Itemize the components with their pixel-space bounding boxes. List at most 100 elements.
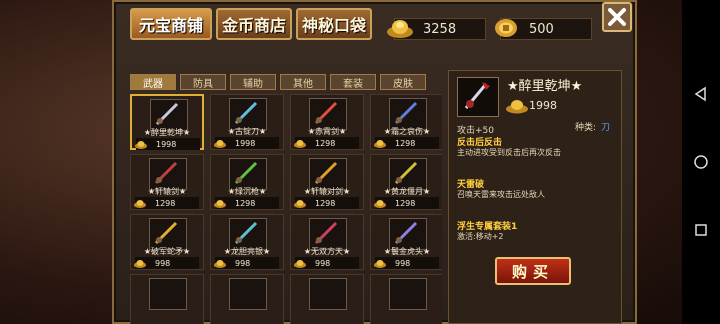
weapon-icon	[394, 101, 418, 125]
item-cell[interactable]: ★霜之哀伤★ 1298	[370, 94, 442, 150]
item-cell[interactable]: ★轩辕剑★ 1298	[130, 154, 204, 210]
item-price-value: 1298	[395, 198, 416, 208]
item-art	[229, 278, 267, 310]
item-price: 1298	[134, 197, 199, 209]
item-name: ★霜之哀伤★	[383, 127, 431, 136]
item-cell[interactable]: ★古锭刀★ 1998	[210, 94, 284, 150]
item-price: 1298	[374, 137, 439, 149]
yuanbao-icon	[294, 140, 306, 148]
item-art	[149, 278, 187, 310]
item-price-value: 998	[235, 258, 251, 268]
detail-item-name: ★醉里乾坤★	[507, 79, 583, 94]
home-icon[interactable]	[693, 154, 709, 170]
item-price: 998	[134, 257, 199, 269]
item-cell[interactable]: ★破军蛇矛★ 998	[130, 214, 204, 270]
tab-accessory[interactable]: 辅助	[230, 74, 276, 90]
item-cell[interactable]: ★鬟金虎头★ 998	[370, 214, 442, 270]
item-cell[interactable]	[130, 274, 204, 324]
item-price-value: 998	[155, 258, 171, 268]
item-name: ★轩辕剑★	[147, 187, 187, 196]
tab-weapons[interactable]: 武器	[130, 74, 176, 90]
yuanbao-icon	[294, 260, 306, 268]
item-cell[interactable]: ★无双方天★ 998	[290, 214, 364, 270]
skill1-desc: 主动进攻受到反击后再次反击	[457, 148, 561, 157]
item-price: 998	[294, 257, 359, 269]
yuanbao-icon	[374, 140, 386, 148]
item-cell[interactable]: ★绿沉枪★ 1298	[210, 154, 284, 210]
buy-button[interactable]: 购买	[495, 257, 571, 285]
back-icon[interactable]	[693, 86, 709, 102]
item-cell[interactable]: ★赤霄剑★ 1298	[290, 94, 364, 150]
tab-set[interactable]: 套装	[330, 74, 376, 90]
item-art	[389, 278, 427, 310]
item-cell[interactable]: ★醉里乾坤★ 1998	[130, 94, 204, 150]
item-price-value: 1998	[156, 139, 177, 149]
item-price-value: 1298	[315, 138, 336, 148]
item-art	[309, 278, 347, 310]
item-price: 1298	[294, 197, 359, 209]
item-price: 1998	[135, 138, 200, 150]
item-name: ★无双方天★	[303, 247, 351, 256]
tab-other[interactable]: 其他	[280, 74, 326, 90]
yuanbao-icon	[374, 260, 386, 268]
item-name: ★赤霄剑★	[307, 127, 347, 136]
weapon-icon	[154, 161, 178, 185]
gold-balance: 500	[495, 18, 592, 40]
item-cell[interactable]	[370, 274, 442, 324]
item-price: 1298	[214, 197, 279, 209]
item-price: 998	[374, 257, 439, 269]
item-name: ★黄龙偃月★	[383, 187, 431, 196]
detail-type-label: 种类:	[575, 123, 597, 133]
detail-type-value: 刀	[601, 123, 611, 133]
item-cell[interactable]: ★龙胆亮银★ 998	[210, 214, 284, 270]
yuanbao-amount: 3258	[423, 21, 457, 37]
item-name: ★龙胆亮银★	[223, 247, 271, 256]
skill2-desc: 召唤天雷来攻击远处敌人	[457, 190, 545, 199]
item-cell[interactable]	[210, 274, 284, 324]
yuanbao-icon	[214, 140, 226, 148]
weapon-icon	[394, 221, 418, 245]
yuanbao-icon	[214, 260, 226, 268]
tab-yuanbao-shop[interactable]: 元宝商铺	[130, 8, 212, 40]
item-price-value: 1298	[395, 138, 416, 148]
item-name: ★醉里乾坤★	[143, 128, 191, 137]
gold-amount: 500	[529, 21, 554, 37]
detail-item-art	[457, 77, 499, 117]
tab-mystery-bag[interactable]: 神秘口袋	[296, 8, 372, 40]
item-cell[interactable]: ★轩辕对剑★ 1298	[290, 154, 364, 210]
item-detail-panel: ★醉里乾坤★ 1998 攻击+50 种类: 刀 反击后反击 主动进攻受到反击后再…	[448, 70, 622, 324]
weapon-icon	[464, 82, 490, 109]
item-price: 1298	[294, 137, 359, 149]
weapon-icon	[234, 101, 258, 125]
detail-item-price: 1998	[529, 99, 557, 112]
recents-icon[interactable]	[693, 222, 709, 238]
yuanbao-icon	[387, 20, 413, 38]
item-price-value: 1298	[235, 198, 256, 208]
item-name: ★轩辕对剑★	[303, 187, 351, 196]
weapon-icon	[314, 101, 338, 125]
tab-armor[interactable]: 防具	[180, 74, 226, 90]
yuanbao-icon	[134, 260, 146, 268]
weapon-icon	[314, 221, 338, 245]
item-cell[interactable]	[290, 274, 364, 324]
item-price: 1998	[214, 137, 279, 149]
item-price-value: 1298	[315, 198, 336, 208]
item-cell[interactable]: ★黄龙偃月★ 1298	[370, 154, 442, 210]
yuanbao-icon	[214, 200, 226, 208]
yuanbao-icon	[506, 100, 528, 114]
tab-gold-shop[interactable]: 金币商店	[216, 8, 292, 40]
item-grid: ★醉里乾坤★ 1998 ★古锭刀★ 1998 ★赤霄剑★ 1298 ★霜之哀伤★ 1298 ★轩…	[130, 94, 442, 324]
weapon-icon	[154, 221, 178, 245]
tab-skin[interactable]: 皮肤	[380, 74, 426, 90]
weapon-icon	[394, 161, 418, 185]
set-desc: 激活:移动+2	[457, 232, 504, 241]
close-button[interactable]	[602, 2, 632, 32]
weapon-icon	[314, 161, 338, 185]
yuanbao-icon	[374, 200, 386, 208]
item-price-value: 998	[315, 258, 331, 268]
category-tabs: 武器 防具 辅助 其他 套装 皮肤	[130, 74, 430, 90]
gold-coin-icon	[495, 19, 517, 37]
item-price: 998	[214, 257, 279, 269]
item-name: ★破军蛇矛★	[143, 247, 191, 256]
item-price-value: 1298	[155, 198, 176, 208]
